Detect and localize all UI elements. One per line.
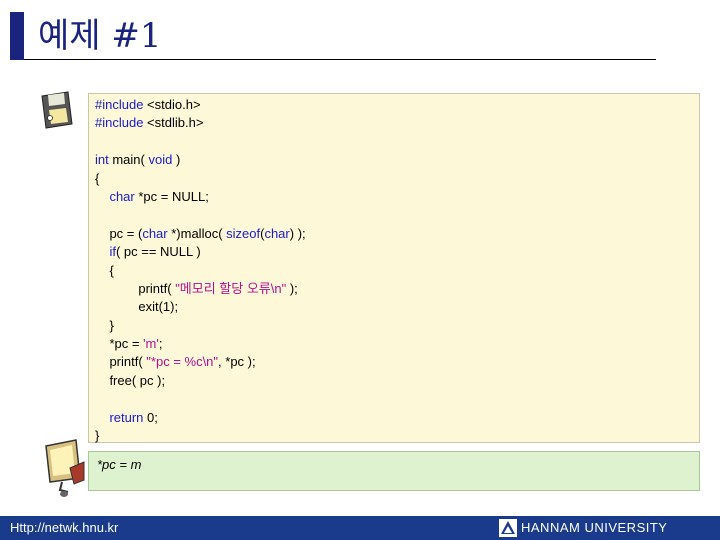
footer-url: Http://netwk.hnu.kr [10,520,119,535]
code-line: { [95,262,114,278]
university-name: HANNAM UNIVERSITY [521,520,668,535]
code-panel: #include <stdio.h> #include <stdlib.h> int… [88,93,700,443]
code-line: if( pc == NULL ) [109,244,201,260]
code-line: } [95,428,100,444]
code-line: char *pc = NULL; [109,188,209,204]
monitor-icon [45,439,85,497]
title-divider [24,59,656,60]
hannam-logo-icon [499,519,517,537]
code-listing: #include <stdio.h> #include <stdlib.h> int… [95,96,306,445]
footer-bar: Http://netwk.hnu.kr HANNAM UNIVERSITY [0,516,720,540]
code-line: #include <stdlib.h> [95,115,204,131]
code-line: pc = (char *)malloc( sizeof(char) ); [95,225,306,241]
code-line: { [95,170,100,186]
output-panel: *pc = m [88,451,700,491]
code-line: printf( "*pc = %c\n", *pc ); [95,354,256,370]
code-line: #include <stdio.h> [95,97,201,112]
code-line: printf( "메모리 할당 오류\n" ); [95,280,298,296]
floppy-disk-icon [41,91,73,129]
code-line: } [95,317,114,333]
code-line: int main( void ) [95,152,181,168]
program-output: *pc = m [97,457,142,472]
code-line: free( pc ); [95,372,166,388]
code-line: exit(1); [95,299,179,315]
code-line: return 0; [109,409,158,425]
slide-title: 예제 #1 [38,16,162,56]
title-accent-bar [10,12,24,60]
code-line: *pc = 'm'; [95,336,163,352]
